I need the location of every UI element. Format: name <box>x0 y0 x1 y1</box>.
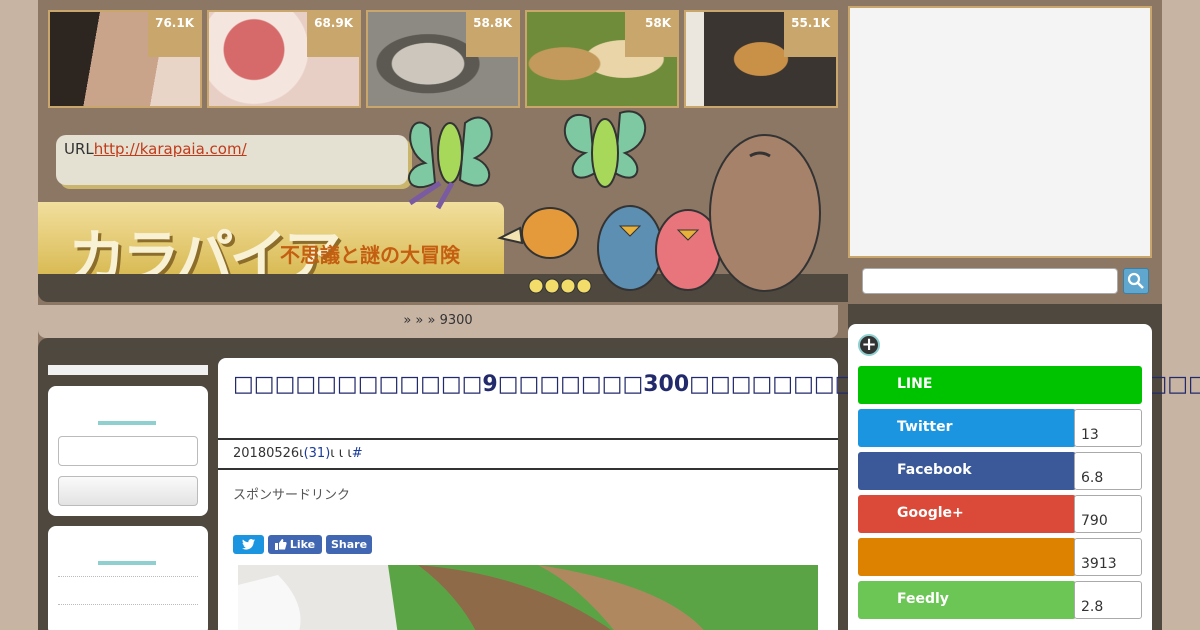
search-icon <box>1127 272 1144 289</box>
url-label: URL <box>64 140 94 158</box>
sidebar-search-widget <box>48 386 208 516</box>
thumbs-up-icon <box>274 539 287 550</box>
thumbnail-1[interactable]: 76.1K <box>48 10 202 108</box>
site-url-box: URLhttp://karapaia.com/ <box>56 135 408 185</box>
feedly-follow-button[interactable]: Feedly <box>858 581 1076 619</box>
twitter-bird-icon <box>242 539 255 550</box>
list-divider <box>58 604 198 605</box>
share-row-feedly[interactable]: Feedly 2.8 <box>858 581 1142 619</box>
thumbnail-4[interactable]: 58K <box>525 10 679 108</box>
popular-thumbnails: 76.1K 68.9K 58.8K 58K 55.1K <box>48 10 838 108</box>
facebook-share-count: 6.8 <box>1074 452 1142 490</box>
ad-banner[interactable] <box>848 6 1152 258</box>
divider <box>218 438 838 440</box>
view-count: 58.8K <box>466 12 518 57</box>
facebook-share-button[interactable]: Share <box>326 535 372 554</box>
site-url-link[interactable]: http://karapaia.com/ <box>94 140 247 158</box>
view-count: 55.1K <box>784 12 836 57</box>
meta-mark: ι ι ι <box>330 446 352 461</box>
facebook-like-button[interactable]: Like <box>268 535 322 554</box>
sidebar-search-input[interactable] <box>58 436 198 466</box>
site-search <box>848 262 1152 304</box>
brown-character <box>709 134 821 292</box>
widget-heading-line <box>98 421 156 425</box>
twitter-share-button[interactable]: Twitter <box>858 409 1076 447</box>
hash-link[interactable]: # <box>352 446 363 461</box>
article-image <box>238 565 818 630</box>
article: □□□□□□□□□□□□9□□□□□□□300□□□□□□□□□□□□□□□□□… <box>218 358 1200 630</box>
share-row-facebook[interactable]: Facebook 6.8 <box>858 452 1142 490</box>
tweet-button[interactable] <box>233 535 264 554</box>
fairy-character-left <box>408 116 493 210</box>
sidebar-strip <box>48 365 208 375</box>
twitter-share-count: 13 <box>1074 409 1142 447</box>
fairy-character-right <box>563 110 647 188</box>
view-count: 58K <box>625 12 677 57</box>
thumbnail-2[interactable]: 68.9K <box>207 10 361 108</box>
post-date: 20180526 <box>233 446 300 461</box>
share-row-bookmark[interactable]: 3913 <box>858 538 1142 576</box>
view-count: 68.9K <box>307 12 359 57</box>
view-count: 76.1K <box>148 12 200 57</box>
feedly-follow-count: 2.8 <box>1074 581 1142 619</box>
plus-icon[interactable]: + <box>858 334 880 356</box>
search-button[interactable] <box>1123 268 1149 294</box>
article-photo <box>238 565 818 630</box>
facebook-share-button[interactable]: Facebook <box>858 452 1076 490</box>
sidebar-list-widget <box>48 526 208 630</box>
search-input[interactable] <box>862 268 1118 294</box>
article-title[interactable]: □□□□□□□□□□□□9□□□□□□□300□□□□□□□□□□□□□□□□□… <box>233 370 1200 399</box>
bookmark-share-button[interactable] <box>858 538 1076 576</box>
line-share-button[interactable]: LINE <box>858 366 1142 404</box>
googleplus-share-count: 790 <box>1074 495 1142 533</box>
sponsored-link-label: スポンサードリンク <box>233 488 351 503</box>
share-label: Share <box>330 538 368 551</box>
divider <box>218 468 838 470</box>
blue-bird-character <box>597 205 663 291</box>
bookmark-share-count: 3913 <box>1074 538 1142 576</box>
thumbnail-5[interactable]: 55.1K <box>684 10 838 108</box>
thumbnail-3[interactable]: 58.8K <box>366 10 520 108</box>
article-share-buttons: Like Share <box>233 535 372 554</box>
googleplus-share-button[interactable]: Google+ <box>858 495 1076 533</box>
orange-bird-character <box>497 207 592 294</box>
widget-heading-line <box>98 561 156 565</box>
breadcrumb[interactable]: » » » 9300 <box>38 305 838 338</box>
article-meta: 20180526ι(31)ι ι ι# <box>233 446 363 461</box>
mascot-illustration <box>408 110 821 294</box>
share-row-line[interactable]: LINE <box>858 366 1142 404</box>
like-label: Like <box>289 538 316 551</box>
sidebar-search-button[interactable] <box>58 476 198 506</box>
list-divider <box>58 576 198 577</box>
share-panel: + LINE Twitter 13 Facebook 6.8 Google+ 7… <box>848 324 1152 630</box>
share-row-googleplus[interactable]: Google+ 790 <box>858 495 1142 533</box>
share-row-twitter[interactable]: Twitter 13 <box>858 409 1142 447</box>
comment-count[interactable]: (31) <box>304 446 331 461</box>
